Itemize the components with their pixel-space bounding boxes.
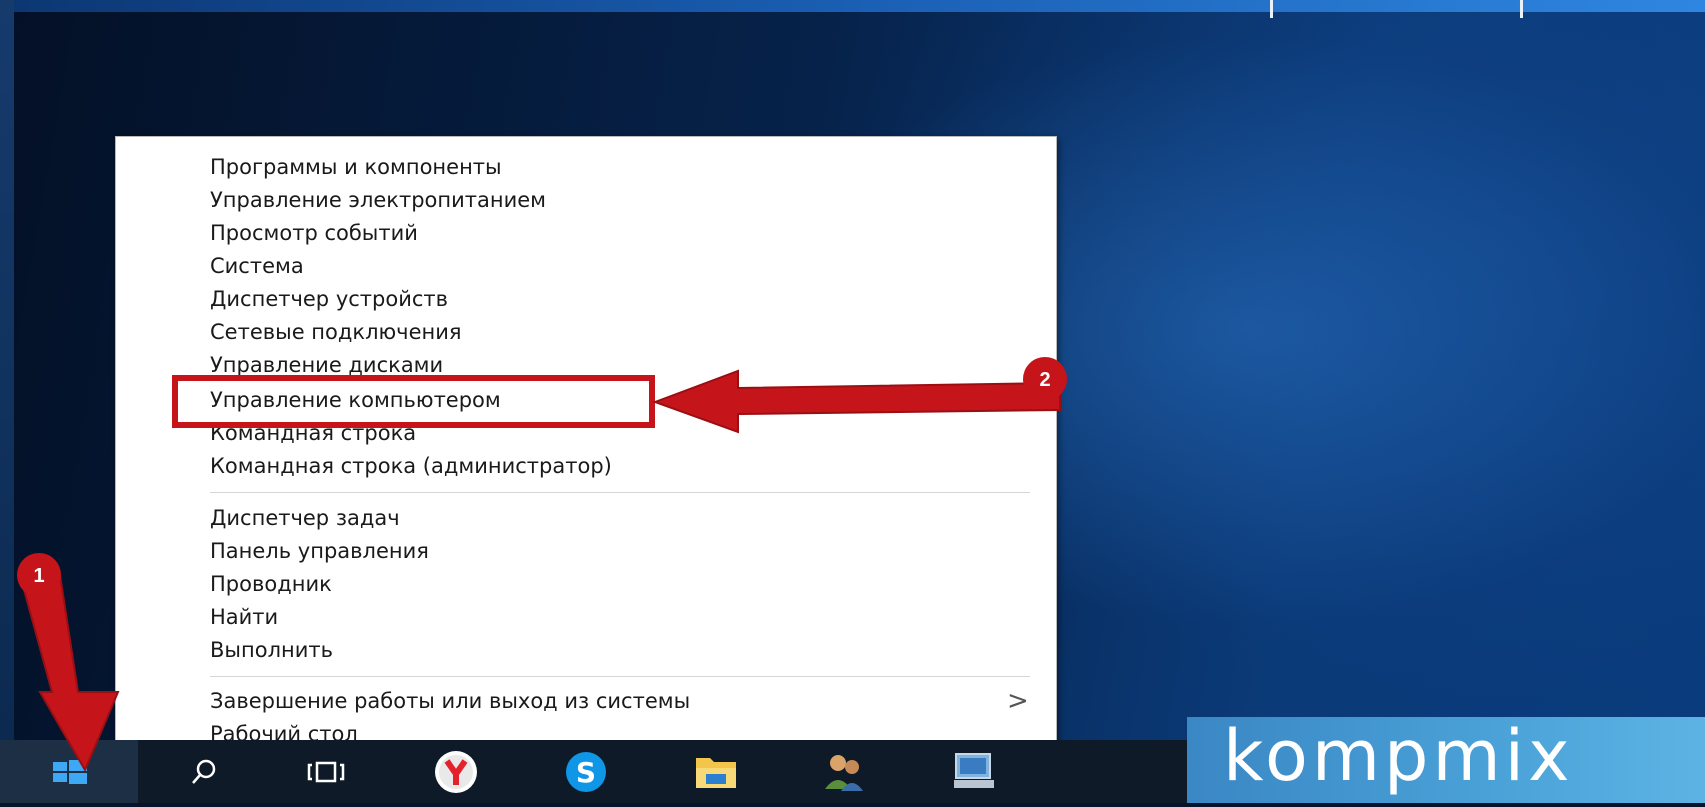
menu-separator [210, 492, 1030, 493]
menu-item-power-options[interactable]: Управление электропитанием [210, 183, 546, 217]
menu-item-system[interactable]: Система [210, 249, 304, 283]
yandex-browser-icon[interactable] [432, 748, 480, 796]
window-divider [1270, 0, 1273, 18]
computer-icon[interactable] [950, 748, 998, 796]
windows-start-icon [53, 760, 87, 784]
menu-item-control-panel[interactable]: Панель управления [210, 534, 429, 568]
kompmix-watermark: kompmix [1187, 715, 1705, 803]
menu-item-programs-features[interactable]: Программы и компоненты [210, 150, 502, 184]
menu-item-shutdown-signout[interactable]: Завершение работы или выход из системы [210, 684, 690, 718]
menu-item-run[interactable]: Выполнить [210, 633, 333, 667]
start-button[interactable] [0, 740, 138, 803]
menu-item-event-viewer[interactable]: Просмотр событий [210, 216, 418, 250]
watermark-text: kompmix [1223, 715, 1574, 797]
task-view-icon[interactable] [302, 748, 350, 796]
window-left-edge [0, 0, 14, 740]
window-top-strip [0, 0, 1705, 18]
menu-separator [210, 676, 1030, 677]
menu-item-file-explorer[interactable]: Проводник [210, 567, 332, 601]
file-explorer-icon[interactable] [692, 748, 740, 796]
menu-item-task-manager[interactable]: Диспетчер задач [210, 501, 400, 535]
skype-icon[interactable]: S [562, 748, 610, 796]
submenu-chevron-icon: > [1007, 686, 1029, 716]
menu-item-search[interactable]: Найти [210, 600, 278, 634]
people-icon[interactable] [820, 748, 868, 796]
highlight-box [172, 375, 655, 428]
menu-item-command-prompt-admin[interactable]: Командная строка (администратор) [210, 449, 612, 483]
svg-text:S: S [576, 756, 596, 789]
window-divider [1520, 0, 1523, 18]
search-icon[interactable] [180, 748, 228, 796]
menu-item-device-manager[interactable]: Диспетчер устройств [210, 282, 448, 316]
menu-item-network-connections[interactable]: Сетевые подключения [210, 315, 462, 349]
win-x-context-menu: Программы и компоненты Управление электр… [115, 136, 1057, 760]
